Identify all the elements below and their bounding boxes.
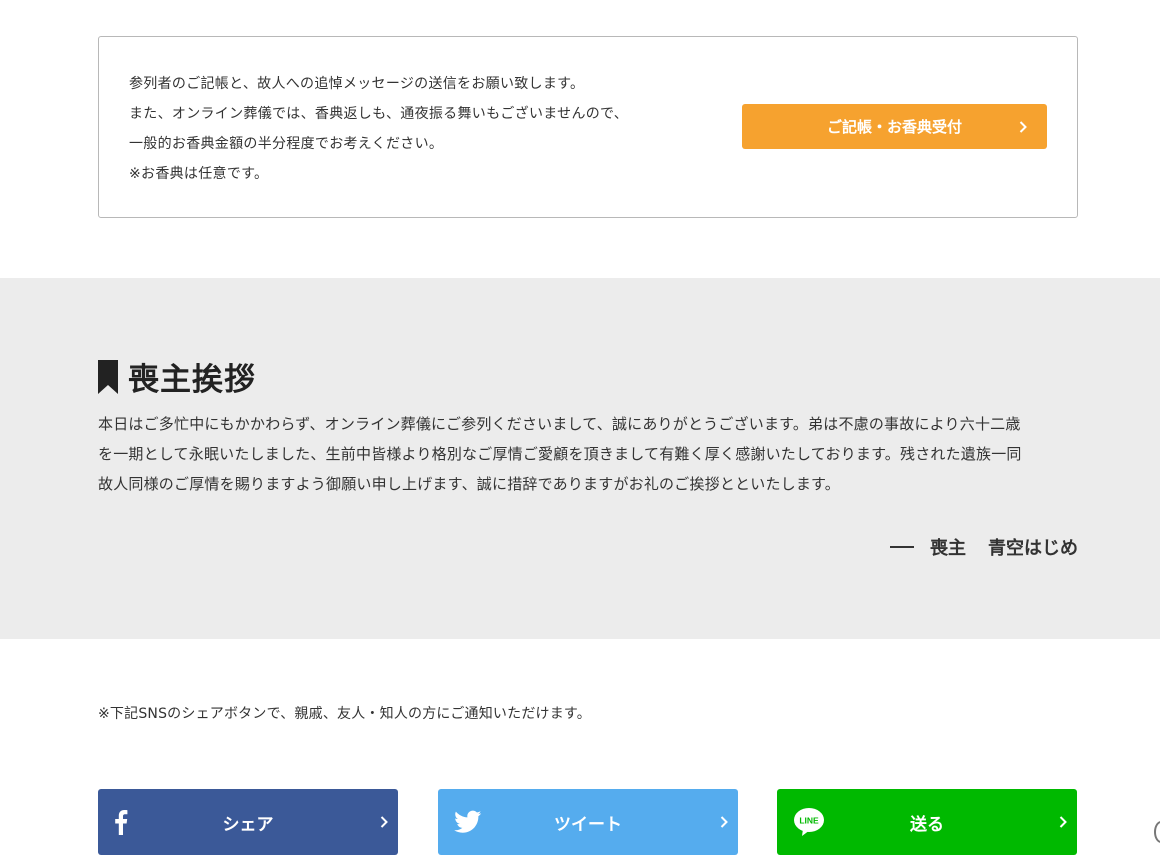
- line-send-button[interactable]: LINE 送る: [777, 789, 1077, 855]
- signature-name: 青空はじめ: [988, 538, 1078, 559]
- facebook-icon: [115, 810, 128, 835]
- notice-line: 一般的お香典金額の半分程度でお考えください。: [129, 136, 444, 152]
- scroll-to-top-button[interactable]: [1154, 821, 1160, 843]
- register-condolence-button[interactable]: ご記帳・お香典受付: [742, 104, 1047, 149]
- chevron-right-icon: [1059, 816, 1067, 828]
- bookmark-icon: [98, 359, 118, 394]
- greeting-heading: 喪主挨拶: [98, 354, 256, 399]
- greeting-line: 故人同様のご厚情を賜りますよう御願い申し上げます、誠に措辞でありますがお礼のご挨…: [98, 475, 840, 493]
- chief-mourner-greeting-section: 喪主挨拶 本日はご多忙中にもかかわらず、オンライン葬儀にご参列くださいまして、誠…: [0, 278, 1160, 639]
- greeting-body: 本日はご多忙中にもかかわらず、オンライン葬儀にご参列くださいまして、誠にありがと…: [98, 409, 1088, 499]
- notice-line: また、オンライン葬儀では、香典返しも、通夜振る舞いもございませんので、: [129, 106, 629, 122]
- chevron-right-icon: [720, 816, 728, 828]
- greeting-line: を一期として永眠いたしました、生前中皆様より格別なご厚情ご愛顧を頂きまして有難く…: [98, 445, 1022, 463]
- greeting-title: 喪主挨拶: [128, 362, 256, 398]
- twitter-icon: [454, 810, 482, 833]
- notice-box: 参列者のご記帳と、故人への追悼メッセージの送信をお願い致します。 また、オンライ…: [98, 36, 1078, 218]
- register-condolence-button-label: ご記帳・お香典受付: [826, 118, 962, 136]
- facebook-share-label: シェア: [222, 814, 274, 835]
- chevron-right-icon: [1019, 120, 1027, 133]
- greeting-line: 本日はご多忙中にもかかわらず、オンライン葬儀にご参列くださいまして、誠にありがと…: [98, 415, 1021, 433]
- sns-note: ※下記SNSのシェアボタンで、親戚、友人・知人の方にご通知いただけます。: [98, 706, 591, 722]
- twitter-tweet-label: ツイート: [554, 814, 622, 835]
- line-send-label: 送る: [910, 814, 944, 835]
- svg-text:LINE: LINE: [799, 816, 819, 826]
- line-icon: LINE: [794, 808, 824, 836]
- signature-role: 喪主: [930, 538, 966, 559]
- signature-dash: [890, 546, 914, 548]
- chevron-right-icon: [380, 816, 388, 828]
- notice-line: ※お香典は任意です。: [129, 166, 269, 182]
- facebook-share-button[interactable]: シェア: [98, 789, 398, 855]
- notice-line: 参列者のご記帳と、故人への追悼メッセージの送信をお願い致します。: [129, 76, 585, 92]
- signature: 喪主 青空はじめ: [890, 534, 1078, 560]
- twitter-tweet-button[interactable]: ツイート: [438, 789, 738, 855]
- notice-text: 参列者のご記帳と、故人への追悼メッセージの送信をお願い致します。 また、オンライ…: [129, 69, 709, 189]
